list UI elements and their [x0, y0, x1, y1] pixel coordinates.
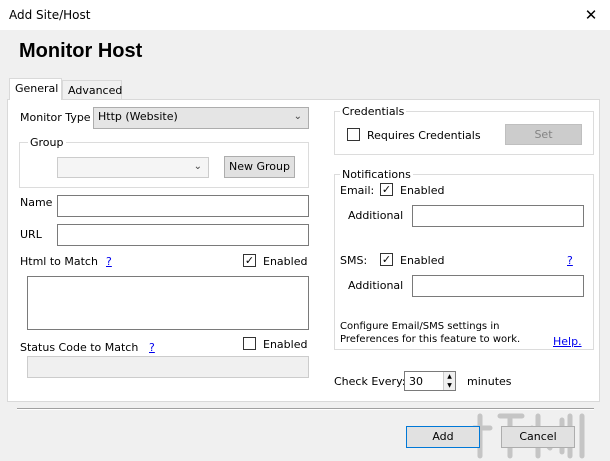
status-code-help-link[interactable]: ? [149, 341, 155, 354]
email-additional-input[interactable] [412, 205, 584, 227]
check-every-unit: minutes [467, 375, 512, 388]
add-button[interactable]: Add [406, 426, 480, 448]
tab-label: Advanced [68, 84, 123, 97]
sms-additional-input[interactable] [412, 275, 584, 297]
group-select[interactable]: ⌄ [57, 157, 209, 178]
status-code-enabled-label: Enabled [263, 338, 308, 351]
chevron-down-icon: ⌄ [193, 161, 202, 172]
check-icon: ✓ [244, 254, 255, 267]
url-input[interactable] [57, 224, 309, 246]
notifications-info-line1: Configure Email/SMS settings in [340, 321, 500, 332]
monitor-type-select[interactable]: Http (Website) ⌄ [93, 107, 309, 129]
sms-help-link[interactable]: ? [567, 254, 573, 267]
new-group-button[interactable]: New Group [224, 156, 295, 178]
html-match-enabled-label: Enabled [263, 255, 308, 268]
credentials-title: Credentials [340, 105, 407, 118]
cancel-button[interactable]: Cancel [501, 426, 575, 448]
html-match-textarea[interactable] [27, 276, 309, 330]
url-label: URL [20, 228, 42, 241]
requires-credentials-label: Requires Credentials [367, 129, 481, 142]
email-enabled-checkbox[interactable]: ✓ [380, 183, 393, 196]
spin-down-icon[interactable]: ▼ [443, 381, 455, 390]
close-icon[interactable]: ✕ [581, 5, 601, 25]
tab-label: General [15, 82, 59, 95]
name-label: Name [20, 196, 53, 209]
notifications-title: Notifications [340, 168, 413, 181]
sms-enabled-checkbox[interactable]: ✓ [380, 253, 393, 266]
sms-additional-label: Additional [348, 279, 404, 292]
check-every-stepper[interactable]: 30 ▲ ▼ [404, 371, 456, 391]
status-code-label: Status Code to Match [20, 341, 139, 354]
email-label: Email: [340, 184, 375, 197]
email-enabled-label: Enabled [400, 184, 445, 197]
status-code-input[interactable] [27, 356, 309, 378]
window-title: Add Site/Host [9, 8, 91, 22]
group-title: Group [28, 136, 66, 149]
email-additional-label: Additional [348, 209, 404, 222]
page-title: Monitor Host [19, 40, 143, 62]
html-match-label: Html to Match [20, 255, 98, 268]
tab-advanced[interactable]: Advanced [62, 80, 122, 100]
spin-up-icon[interactable]: ▲ [443, 372, 455, 381]
check-every-label: Check Every: [334, 375, 406, 388]
monitor-type-value: Http (Website) [98, 110, 178, 123]
notifications-help-link[interactable]: Help. [553, 335, 582, 348]
tab-general[interactable]: General [9, 78, 62, 100]
chevron-down-icon: ⌄ [293, 111, 302, 122]
notifications-info-line2: Preferences for this feature to work. [340, 334, 521, 345]
html-match-help-link[interactable]: ? [106, 255, 112, 268]
title-bar [0, 0, 610, 30]
sms-enabled-label: Enabled [400, 254, 445, 267]
check-every-value: 30 [409, 375, 423, 388]
html-match-enabled-checkbox[interactable]: ✓ [243, 254, 256, 267]
sms-label: SMS: [340, 254, 368, 267]
name-input[interactable] [57, 195, 309, 217]
check-icon: ✓ [381, 253, 392, 266]
set-credentials-button[interactable]: Set [505, 124, 582, 145]
monitor-type-label: Monitor Type [20, 111, 91, 124]
status-code-enabled-checkbox[interactable] [243, 337, 256, 350]
requires-credentials-checkbox[interactable] [347, 128, 360, 141]
check-icon: ✓ [381, 183, 392, 196]
